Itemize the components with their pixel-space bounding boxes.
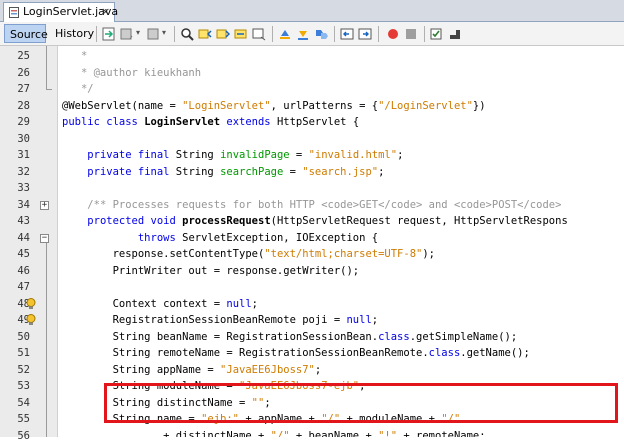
line-number: 50 [0,329,30,346]
line-number: 46 [0,263,30,280]
back-icon[interactable] [120,27,134,41]
find-prev-icon[interactable] [198,27,212,41]
line-number: 53 [0,378,30,395]
forward-icon[interactable] [146,27,160,41]
collapse-fold-icon[interactable]: − [40,234,49,243]
code-line[interactable]: String beanName = RegistrationSessionBea… [62,329,517,346]
line-number: 26 [0,65,30,82]
shift-left-icon[interactable] [340,27,354,41]
toggle-rect-icon[interactable] [252,27,266,41]
toggle-bookmark-icon[interactable] [314,27,328,41]
stop-macro-icon[interactable] [404,27,418,41]
code-editor[interactable]: * * @author kieukhanh */@WebServlet(name… [58,46,624,437]
shift-right-icon[interactable] [358,27,372,41]
line-number: 55 [0,411,30,428]
line-number: 27 [0,81,30,98]
code-line[interactable]: + distinctName + "/" + beanName + "!" + … [62,428,486,438]
editor-toolbar: Source History ▾ ▾ [0,22,624,46]
line-number: 31 [0,147,30,164]
next-bookmark-icon[interactable] [296,27,310,41]
line-number: 44 [0,230,30,247]
line-number: 28 [0,98,30,115]
code-line[interactable]: Context context = null; [62,296,258,313]
code-line[interactable]: RegistrationSessionBeanRemote poji = nul… [62,312,378,329]
search-icon[interactable] [180,27,194,41]
toolbar-separator [96,26,97,42]
code-line[interactable]: protected void processRequest(HttpServle… [62,213,568,230]
start-macro-icon[interactable] [386,27,400,41]
last-edit-icon[interactable] [102,27,116,41]
source-view-button[interactable]: Source [4,24,46,43]
code-line[interactable]: @WebServlet(name = "LoginServlet", urlPa… [62,98,486,115]
line-number: 52 [0,362,30,379]
toolbar-separator [424,26,425,42]
history-view-button[interactable]: History [50,24,93,43]
line-number: 47 [0,279,30,296]
code-line[interactable]: * [62,48,87,65]
chevron-down-icon[interactable]: ▾ [136,28,140,37]
code-line[interactable]: private final String invalidPage = "inva… [62,147,403,164]
code-line[interactable]: String appName = "JavaEE6Jboss7"; [62,362,321,379]
toolbar-separator [272,26,273,42]
code-line[interactable]: response.setContentType("text/html;chars… [62,246,435,263]
uncomment-icon[interactable] [448,27,462,41]
line-number: 34 [0,197,30,214]
line-number: 43 [0,213,30,230]
toggle-highlight-icon[interactable] [234,27,248,41]
line-number: 29 [0,114,30,131]
code-line[interactable]: throws ServletException, IOException { [62,230,378,247]
chevron-down-icon[interactable]: ▾ [162,28,166,37]
code-line[interactable]: String remoteName = RegistrationSessionB… [62,345,530,362]
highlight-box [104,383,618,423]
line-number: 25 [0,48,30,65]
line-number: 45 [0,246,30,263]
hint-bulb-icon[interactable] [26,298,36,310]
editor-tab-bar: LoginServlet.java × [0,0,624,22]
line-number-gutter: 25262728293031323334+4344−45464748495051… [0,46,58,437]
fold-guide-line [46,46,47,89]
code-line[interactable]: * @author kieukhanh [62,65,201,82]
toolbar-separator [334,26,335,42]
fold-guide-line [46,243,47,438]
code-line[interactable]: private final String searchPage = "searc… [62,164,384,181]
line-number: 32 [0,164,30,181]
line-number: 51 [0,345,30,362]
code-line[interactable]: PrintWriter out = response.getWriter(); [62,263,359,280]
tab-loginservlet-java[interactable]: LoginServlet.java × [3,2,115,22]
java-file-icon [9,7,19,18]
hint-bulb-icon[interactable] [26,314,36,326]
line-number: 30 [0,131,30,148]
toolbar-separator [378,26,379,42]
code-line[interactable]: */ [62,81,94,98]
prev-bookmark-icon[interactable] [278,27,292,41]
expand-fold-icon[interactable]: + [40,201,49,210]
fold-guide-end [46,89,52,90]
close-tab-icon[interactable]: × [101,3,110,21]
toolbar-separator [174,26,175,42]
line-number: 56 [0,428,30,444]
line-number: 54 [0,395,30,412]
comment-icon[interactable] [430,27,444,41]
find-next-icon[interactable] [216,27,230,41]
line-number: 33 [0,180,30,197]
code-line[interactable]: /** Processes requests for both HTTP <co… [62,197,561,214]
code-line[interactable]: public class LoginServlet extends HttpSe… [62,114,359,131]
